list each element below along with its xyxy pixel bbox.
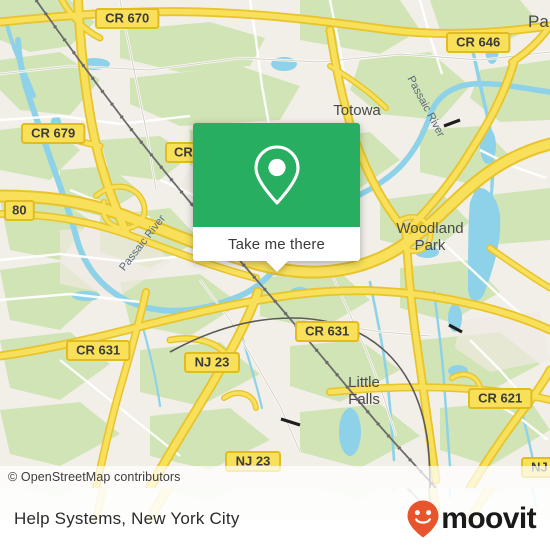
map-pin-smile-icon [407, 500, 439, 538]
take-me-there-callout[interactable]: Take me there [193, 123, 360, 272]
road-shield: CR 646 [446, 32, 511, 53]
road-shield-label: 80 [12, 203, 26, 218]
osm-attribution-text: © OpenStreetMap contributors [8, 470, 181, 484]
take-me-there-label: Take me there [228, 235, 325, 253]
place-label-little-falls: Little [348, 374, 380, 391]
road-shield-label: CR 621 [478, 391, 522, 406]
callout-header [193, 123, 360, 227]
road-shield-label: NJ 23 [195, 355, 230, 370]
road-shield-label: CR 646 [456, 35, 500, 50]
footer-bar: Help Systems, New York City moovit [0, 488, 550, 550]
place-label-woodland-park: Woodland [396, 220, 463, 237]
road-shield-label: CR 679 [31, 126, 75, 141]
moovit-wordmark: moovit [441, 502, 536, 535]
callout-tail [265, 261, 288, 272]
place-label-little-falls: Falls [348, 391, 380, 408]
road-shield-label: CR 631 [305, 324, 349, 339]
location-pin-icon [253, 145, 300, 205]
road-shield: CR 670 [95, 8, 160, 29]
osm-attribution: © OpenStreetMap contributors [0, 466, 550, 488]
road-shield: CR 621 [468, 388, 533, 409]
place-label-woodland-park: Park [415, 237, 446, 254]
moovit-map-screenshot: Passaic River Passaic River Totowa Woodl… [0, 0, 550, 550]
road-shield: CR 631 [66, 340, 131, 361]
callout-action-bar[interactable]: Take me there [193, 227, 360, 272]
road-shield: NJ 23 [184, 352, 240, 373]
road-shield-label: CR 670 [105, 11, 149, 26]
road-shield: CR 631 [295, 321, 360, 342]
page-title: Help Systems, New York City [14, 509, 240, 528]
road-shield: CR 679 [21, 123, 86, 144]
place-label-totowa: Totowa [333, 102, 381, 119]
road-shield-label: CR 631 [76, 343, 120, 358]
place-label-paterson: Pa [528, 12, 549, 31]
moovit-logo[interactable]: moovit [406, 499, 537, 539]
road-shield: 80 [4, 200, 35, 221]
